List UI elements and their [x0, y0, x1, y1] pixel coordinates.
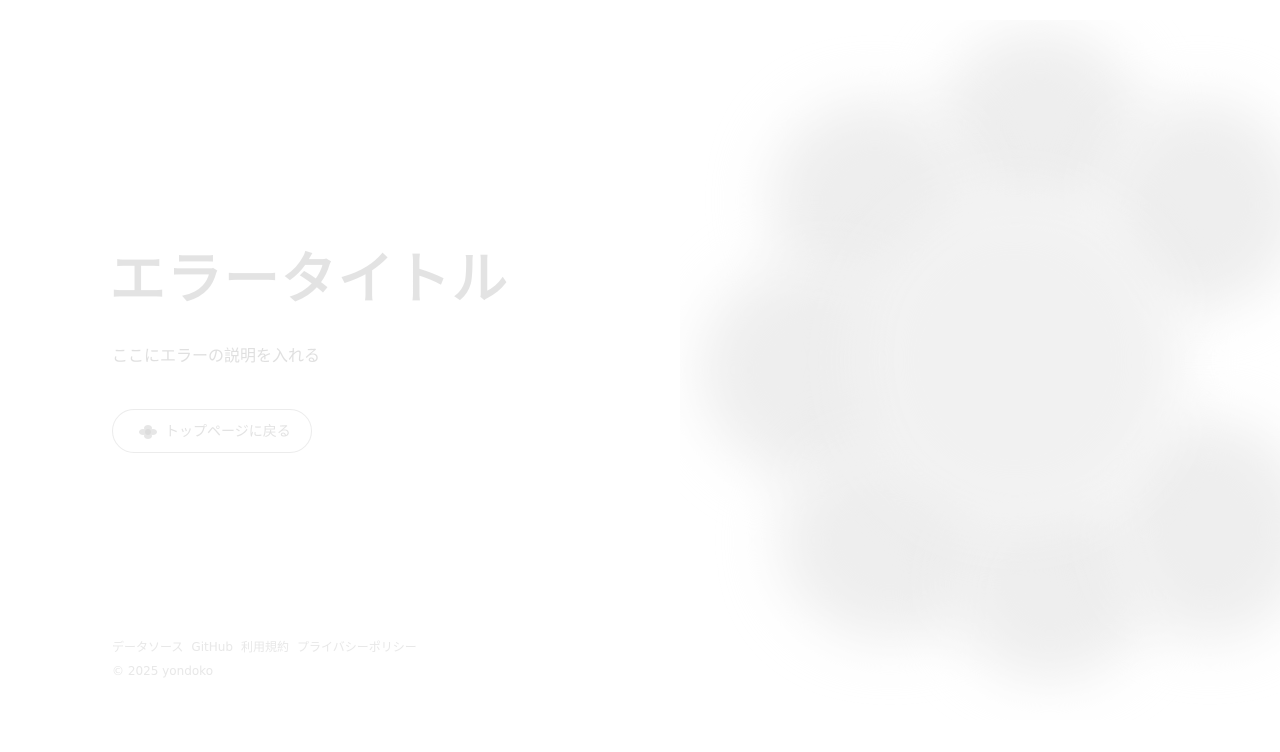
flower-icon — [139, 424, 157, 439]
error-description: ここにエラーの説明を入れる — [112, 346, 321, 365]
footer-link-data-source[interactable]: データソース — [112, 638, 183, 656]
error-title: エラータイトル — [110, 247, 509, 312]
copyright: © 2025 yondoko — [112, 664, 214, 678]
back-to-top-button[interactable]: トップページに戻る — [112, 409, 312, 453]
footer-link-privacy-policy[interactable]: プライバシーポリシー — [297, 638, 417, 656]
footer-link-github[interactable]: GitHub — [191, 638, 233, 656]
footer-links: データソース GitHub 利用規約 プライバシーポリシー — [112, 638, 417, 656]
footer: データソース GitHub 利用規約 プライバシーポリシー © 2025 yon… — [112, 638, 417, 680]
background-flower-decoration — [680, 20, 1280, 720]
back-to-top-label: トップページに戻る — [165, 424, 291, 440]
footer-link-terms[interactable]: 利用規約 — [241, 638, 289, 656]
